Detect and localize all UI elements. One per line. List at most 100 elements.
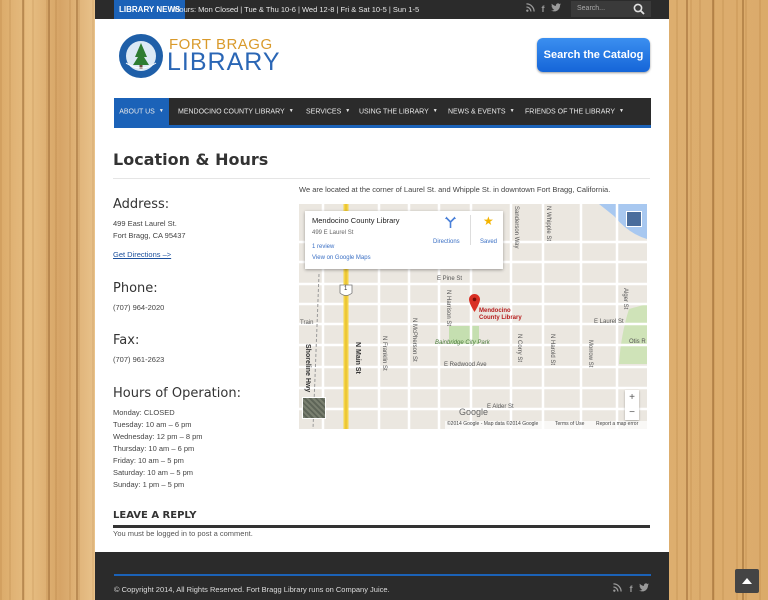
search-icon[interactable]: [633, 2, 649, 16]
street-label: E Laurel St: [594, 319, 624, 325]
nav-item-using-library[interactable]: USING THE LIBRARY ▼: [359, 98, 438, 125]
rss-icon[interactable]: [524, 3, 536, 15]
arrow-up-icon: [742, 578, 752, 584]
star-icon[interactable]: ★: [483, 214, 494, 228]
search-catalog-button[interactable]: Search the Catalog: [537, 38, 650, 72]
google-logo: Google: [459, 407, 489, 417]
copyright-text: © Copyright 2014, All Rights Reserved. F…: [114, 585, 390, 594]
hours-row: Tuesday: 10 am – 6 pm: [113, 420, 192, 429]
wood-seam: [712, 0, 714, 600]
street-label: E Redwood Ave: [444, 362, 487, 368]
caret-down-icon: ▼: [345, 108, 351, 114]
fax-heading: Fax:: [113, 333, 140, 348]
wood-seam: [76, 0, 78, 600]
phone-heading: Phone:: [113, 281, 158, 296]
popup-reviews-link[interactable]: 1 review: [312, 244, 334, 250]
hours-ticker: Hours: Mon Closed | Tue & Thu 10-6 | Wed…: [174, 5, 420, 14]
popup-address: 499 E Laurel St: [312, 230, 354, 236]
hours-row: Saturday: 10 am – 5 pm: [113, 468, 194, 477]
hours-row: Monday: CLOSED: [113, 408, 175, 417]
street-label: Shoreline Hwy: [304, 344, 311, 393]
street-label: N Whipple St: [545, 206, 551, 242]
zoom-control: + −: [625, 390, 639, 420]
title-divider: [113, 178, 650, 179]
directions-icon[interactable]: [445, 215, 456, 228]
street-view-pegman-icon[interactable]: [626, 211, 642, 227]
hours-heading: Hours of Operation:: [113, 386, 241, 401]
saved-button[interactable]: Saved: [480, 239, 497, 245]
address-line-2: Fort Bragg, CA 95437: [113, 231, 186, 240]
street-label: N Corry St: [516, 334, 522, 363]
leave-reply-divider: [113, 525, 650, 528]
wood-seam: [22, 0, 24, 600]
street-label: Sanderson Way: [513, 206, 519, 249]
street-label: N Main St: [354, 342, 361, 374]
street-label: Alger St: [622, 288, 628, 310]
nav-item-news-events[interactable]: NEWS & EVENTS ▼: [448, 98, 515, 125]
report-map-error-link[interactable]: Report a map error: [596, 421, 638, 427]
caret-down-icon: ▼: [618, 108, 624, 114]
nav-label: FRIENDS OF THE LIBRARY: [525, 108, 615, 116]
wood-seam: [742, 0, 744, 600]
footer-divider: [114, 574, 651, 576]
street-label: Morrow St: [587, 340, 593, 368]
satellite-toggle-thumbnail[interactable]: [302, 397, 326, 419]
nav-label: NEWS & EVENTS: [448, 108, 506, 116]
nav-label: MENDOCINO COUNTY LIBRARY: [178, 108, 285, 116]
rss-icon[interactable]: [611, 583, 623, 595]
facebook-icon[interactable]: f: [537, 3, 549, 15]
nav-item-mendocino[interactable]: MENDOCINO COUNTY LIBRARY ▼: [178, 98, 294, 125]
caret-down-icon: ▼: [509, 108, 515, 114]
fax-number: (707) 961-2623: [113, 355, 165, 364]
facebook-icon[interactable]: f: [625, 583, 637, 595]
get-directions-link[interactable]: Get Directions –>: [113, 249, 171, 261]
street-label: Otis R: [629, 339, 646, 345]
street-label: Train: [300, 320, 314, 326]
back-to-top-button[interactable]: [735, 569, 759, 593]
street-label: E Alder St: [487, 404, 514, 410]
hours-row: Wednesday: 12 pm – 8 pm: [113, 432, 203, 441]
street-label: N Harrison St: [445, 290, 451, 327]
twitter-icon[interactable]: [550, 3, 562, 15]
map-attribution: ©2014 Google - Map data ©2014 Google: [447, 421, 539, 427]
nav-item-friends[interactable]: FRIENDS OF THE LIBRARY ▼: [525, 98, 624, 125]
main-nav: ABOUT US ▼ MENDOCINO COUNTY LIBRARY ▼ SERV…: [114, 98, 651, 128]
address-heading: Address:: [113, 197, 170, 212]
street-label: E Pine St: [437, 276, 463, 282]
library-seal-logo[interactable]: [118, 33, 164, 79]
caret-down-icon: ▼: [158, 108, 164, 114]
street-label: N McPherson St: [411, 318, 417, 362]
zoom-out-button[interactable]: −: [625, 405, 639, 420]
caret-down-icon: ▼: [432, 108, 438, 114]
address-line-1: 499 East Laurel St.: [113, 219, 177, 228]
footer: © Copyright 2014, All Rights Reserved. F…: [95, 552, 669, 600]
terms-link[interactable]: Terms of Use: [555, 421, 584, 427]
marker-label: Mendocino County Library: [479, 308, 522, 321]
popup-divider: [470, 215, 471, 245]
twitter-icon[interactable]: [638, 583, 650, 595]
hours-row: Thursday: 10 am – 6 pm: [113, 444, 195, 453]
wood-seam: [686, 0, 688, 600]
street-label: N Franklin St: [381, 336, 387, 371]
login-note: You must be logged in to post a comment.: [113, 529, 253, 538]
leave-reply-heading: LEAVE A REPLY: [113, 510, 197, 521]
street-label: N Harold St: [549, 334, 555, 366]
view-on-google-maps-link[interactable]: View on Google Maps: [312, 255, 371, 261]
nav-label: SERVICES: [306, 108, 342, 116]
logo-text-bottom: LIBRARY: [167, 48, 281, 76]
top-bar: LIBRARY NEWS Hours: Mon Closed | Tue & T…: [95, 0, 669, 19]
wood-seam: [48, 0, 50, 600]
nav-item-services[interactable]: SERVICES ▼: [306, 98, 350, 125]
page-title: Location & Hours: [113, 150, 269, 169]
route-shield-label: 1: [344, 286, 348, 292]
hours-row: Friday: 10 am – 5 pm: [113, 456, 184, 465]
google-map[interactable]: E Pine St E Laurel St E Redwood Ave E Al…: [299, 204, 647, 429]
directions-button[interactable]: Directions: [433, 239, 460, 245]
map-info-popup: Mendocino County Library 499 E Laurel St…: [305, 211, 503, 269]
page-container: LIBRARY NEWS Hours: Mon Closed | Tue & T…: [95, 0, 669, 600]
nav-item-about-us[interactable]: ABOUT US ▼: [114, 98, 169, 125]
caret-down-icon: ▼: [288, 108, 294, 114]
phone-number: (707) 964-2020: [113, 303, 165, 312]
park-label: Bainbridge City Park: [435, 340, 490, 346]
zoom-in-button[interactable]: +: [625, 390, 639, 405]
